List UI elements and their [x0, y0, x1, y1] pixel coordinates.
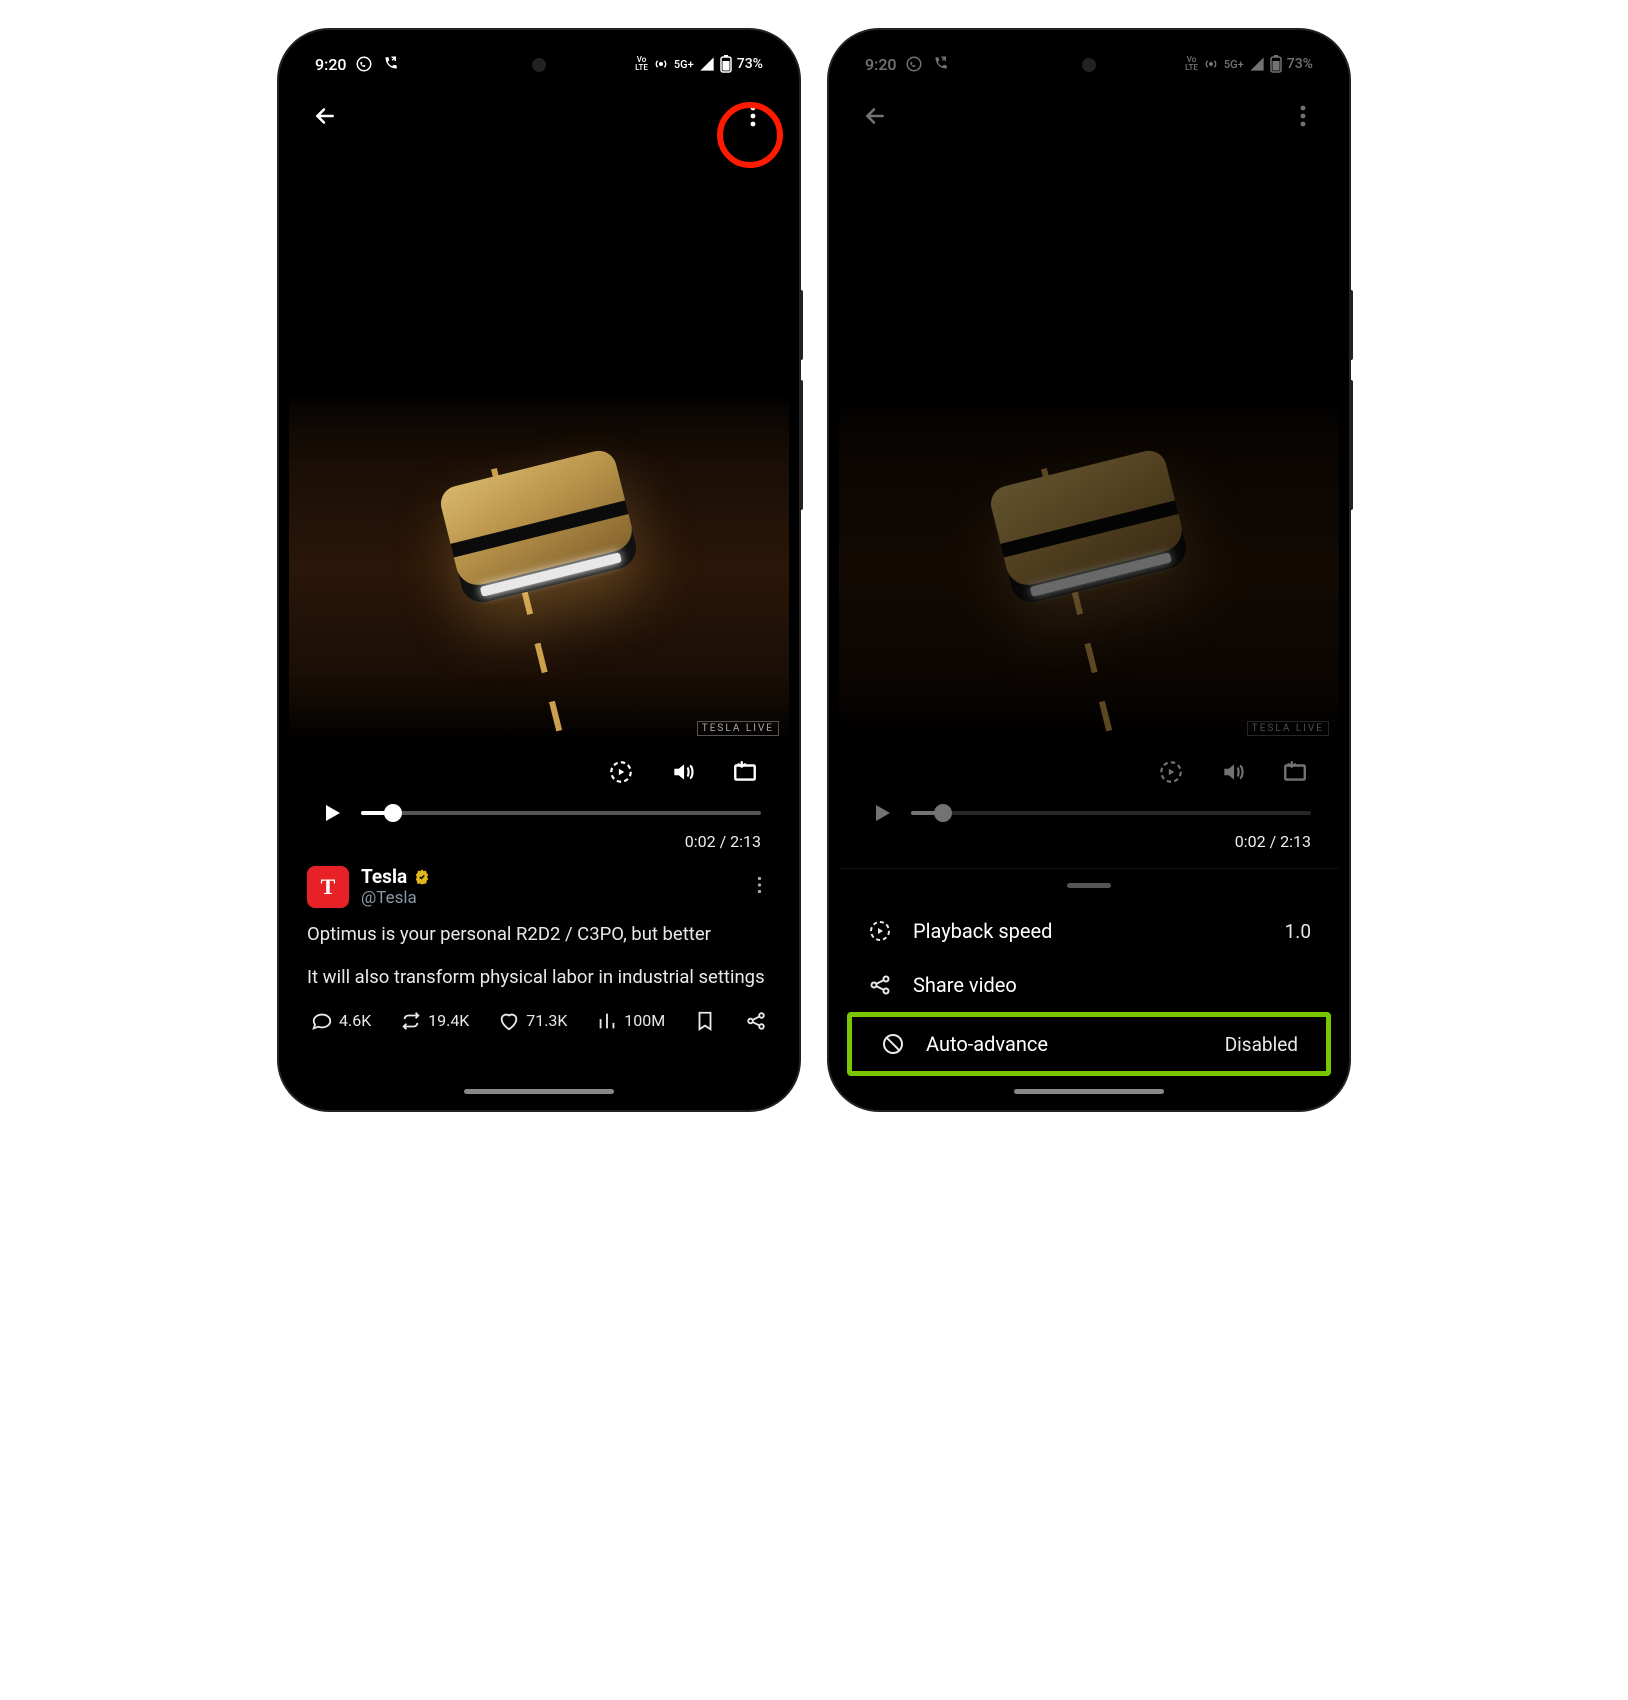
clock: 9:20: [865, 55, 897, 74]
action-bar: 4.6K 19.4K 71.3K 100M: [289, 996, 789, 1032]
back-button[interactable]: [309, 100, 341, 132]
video-controls: [289, 744, 789, 792]
volte-icon: VoLTE: [635, 56, 648, 72]
top-nav: [289, 88, 789, 144]
playback-speed-icon: [867, 918, 893, 944]
live-badge: TESLA LIVE: [1247, 721, 1329, 736]
share-icon: [867, 972, 893, 998]
hotspot-icon: [653, 56, 669, 72]
bookmark-button[interactable]: [694, 1010, 716, 1032]
signal-icon: [699, 56, 715, 72]
signal-icon: [1249, 56, 1265, 72]
volume-button[interactable]: [669, 758, 697, 786]
battery-text: 73%: [1287, 56, 1313, 72]
more-options-button[interactable]: [1287, 100, 1319, 132]
picture-in-picture-button[interactable]: [1281, 758, 1309, 786]
nav-pill[interactable]: [1014, 1089, 1164, 1094]
reply-button[interactable]: 4.6K: [311, 1010, 371, 1032]
call-forward-icon: [931, 55, 949, 73]
post-line-1: Optimus is your personal R2D2 / C3PO, bu…: [307, 922, 771, 947]
video-frame-vehicle: [987, 447, 1191, 607]
sheet-share-video[interactable]: Share video: [839, 958, 1339, 1012]
video-frame-vehicle: [437, 447, 641, 607]
sheet-playback-speed[interactable]: Playback speed 1.0: [839, 904, 1339, 958]
playback-speed-button[interactable]: [607, 758, 635, 786]
phone-left: 9:20 VoLTE 5G+ 73: [279, 30, 799, 1110]
front-camera: [532, 58, 546, 72]
volte-icon: VoLTE: [1185, 56, 1198, 72]
display-name[interactable]: Tesla: [361, 865, 407, 888]
video-player[interactable]: TESLA LIVE: [289, 394, 789, 744]
highlight-circle: [717, 102, 783, 168]
sheet-handle[interactable]: [1067, 883, 1111, 888]
like-button[interactable]: 71.3K: [498, 1010, 567, 1032]
post-header: T Tesla @Tesla: [289, 857, 789, 916]
time-display: 0:02 / 2:13: [289, 832, 789, 857]
auto-advance-icon: [880, 1031, 906, 1057]
video-controls: [839, 744, 1339, 792]
screen-right: 9:20 VoLTE 5G+ 73: [839, 40, 1339, 1100]
handle[interactable]: @Tesla: [361, 888, 735, 908]
verified-badge-icon: [413, 868, 431, 886]
network-type: 5G+: [674, 58, 694, 71]
avatar[interactable]: T: [307, 866, 349, 908]
front-camera: [1082, 58, 1096, 72]
phone-right: 9:20 VoLTE 5G+ 73: [829, 30, 1349, 1110]
battery-icon: [720, 55, 732, 73]
battery-icon: [1270, 55, 1282, 73]
back-button[interactable]: [859, 100, 891, 132]
picture-in-picture-button[interactable]: [731, 758, 759, 786]
video-player[interactable]: TESLA LIVE: [839, 394, 1339, 744]
sheet-share-label: Share video: [913, 973, 1311, 997]
options-sheet: Playback speed 1.0 Share video Auto-adva…: [839, 868, 1339, 1100]
highlight-box: Auto-advance Disabled: [847, 1012, 1331, 1076]
video-scrubber[interactable]: [839, 792, 1339, 832]
views-button[interactable]: 100M: [596, 1010, 665, 1032]
whatsapp-icon: [905, 55, 923, 73]
sheet-auto-advance[interactable]: Auto-advance Disabled: [852, 1017, 1326, 1071]
sheet-auto-advance-value: Disabled: [1225, 1033, 1298, 1056]
hotspot-icon: [1203, 56, 1219, 72]
playback-speed-button[interactable]: [1157, 758, 1185, 786]
video-scrubber[interactable]: [289, 792, 789, 832]
progress-track[interactable]: [911, 811, 1311, 815]
sheet-auto-advance-label: Auto-advance: [926, 1032, 1205, 1056]
sheet-playback-speed-value: 1.0: [1285, 920, 1311, 943]
battery-text: 73%: [737, 56, 763, 72]
post-line-2: It will also transform physical labor in…: [307, 965, 771, 990]
sheet-playback-speed-label: Playback speed: [913, 919, 1265, 943]
share-button[interactable]: [745, 1010, 767, 1032]
volume-button[interactable]: [1219, 758, 1247, 786]
post-text: Optimus is your personal R2D2 / C3PO, bu…: [289, 916, 789, 996]
whatsapp-icon: [355, 55, 373, 73]
post-more-button[interactable]: [747, 876, 771, 898]
repost-button[interactable]: 19.4K: [400, 1010, 469, 1032]
play-button[interactable]: [317, 798, 347, 828]
clock: 9:20: [315, 55, 347, 74]
top-nav: [839, 88, 1339, 144]
play-button[interactable]: [867, 798, 897, 828]
network-type: 5G+: [1224, 58, 1244, 71]
call-forward-icon: [381, 55, 399, 73]
time-display: 0:02 / 2:13: [839, 832, 1339, 857]
screen-left: 9:20 VoLTE 5G+ 73: [289, 40, 789, 1100]
nav-pill[interactable]: [464, 1089, 614, 1094]
live-badge: TESLA LIVE: [697, 721, 779, 736]
progress-track[interactable]: [361, 811, 761, 815]
